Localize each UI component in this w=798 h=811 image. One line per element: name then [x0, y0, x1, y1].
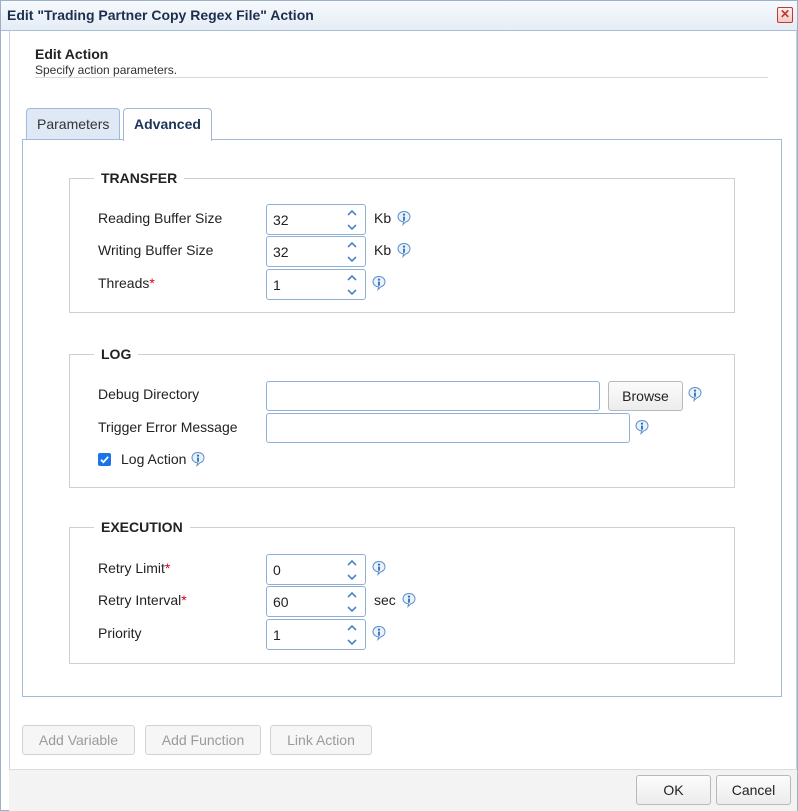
- reading-buffer-label: Reading Buffer Size: [98, 210, 223, 226]
- log-group: LOG Debug Directory Browse Trigger Error…: [69, 346, 735, 488]
- chevron-up-icon[interactable]: [341, 621, 363, 635]
- reading-buffer-unit: Kb: [374, 210, 392, 226]
- link-action-button[interactable]: Link Action: [270, 725, 372, 755]
- window-title: Edit "Trading Partner Copy Regex File" A…: [7, 7, 314, 23]
- chevron-down-icon[interactable]: [341, 220, 363, 234]
- chevron-up-icon[interactable]: [341, 588, 363, 602]
- retry-limit-input[interactable]: [271, 560, 337, 580]
- reading-buffer-stepper[interactable]: [266, 204, 366, 235]
- execution-group: EXECUTION Retry Limit* Retry Interval* s…: [69, 519, 735, 664]
- window-titlebar[interactable]: Edit "Trading Partner Copy Regex File" A…: [1, 1, 797, 31]
- tab-parameters[interactable]: Parameters: [26, 108, 121, 140]
- priority-input[interactable]: [271, 625, 337, 645]
- chevron-down-icon[interactable]: [341, 285, 363, 299]
- retry-limit-label: Retry Limit*: [98, 560, 171, 576]
- writing-buffer-label: Writing Buffer Size: [98, 242, 214, 258]
- transfer-group: TRANSFER Reading Buffer Size Kb Writing …: [69, 170, 735, 313]
- threads-input[interactable]: [271, 275, 337, 295]
- log-action-label: Log Action: [121, 451, 187, 467]
- info-icon[interactable]: [396, 242, 412, 258]
- add-variable-button[interactable]: Add Variable: [22, 725, 135, 755]
- chevron-up-icon[interactable]: [341, 271, 363, 285]
- info-icon[interactable]: [371, 625, 387, 641]
- transfer-legend: TRANSFER: [94, 170, 185, 186]
- retry-limit-stepper[interactable]: [266, 554, 366, 585]
- advanced-tab-panel: TRANSFER Reading Buffer Size Kb Writing …: [22, 139, 782, 697]
- required-mark: *: [164, 560, 171, 576]
- ok-button[interactable]: OK: [636, 775, 711, 805]
- debug-directory-input[interactable]: [266, 381, 600, 411]
- close-icon[interactable]: ✕: [777, 7, 793, 23]
- chevron-down-icon[interactable]: [341, 570, 363, 584]
- chevron-down-icon[interactable]: [341, 602, 363, 616]
- chevron-down-icon[interactable]: [341, 252, 363, 266]
- cancel-button[interactable]: Cancel: [716, 775, 791, 805]
- checkmark-icon: [100, 456, 109, 464]
- chevron-up-icon[interactable]: [341, 206, 363, 220]
- info-icon[interactable]: [396, 210, 412, 226]
- edit-action-dialog: Edit "Trading Partner Copy Regex File" A…: [0, 0, 798, 811]
- header-divider: [35, 77, 768, 78]
- priority-stepper[interactable]: [266, 619, 366, 650]
- chevron-up-icon[interactable]: [341, 238, 363, 252]
- execution-legend: EXECUTION: [94, 519, 190, 535]
- trigger-error-label: Trigger Error Message: [98, 419, 238, 435]
- section-title: Edit Action: [35, 46, 109, 62]
- chevron-down-icon[interactable]: [341, 635, 363, 649]
- reading-buffer-input[interactable]: [271, 210, 337, 230]
- info-icon[interactable]: [371, 275, 387, 291]
- threads-stepper[interactable]: [266, 269, 366, 300]
- priority-label: Priority: [98, 625, 142, 641]
- browse-button[interactable]: Browse: [608, 381, 683, 411]
- info-icon[interactable]: [371, 560, 387, 576]
- info-icon[interactable]: [687, 386, 703, 402]
- threads-label: Threads*: [98, 275, 155, 291]
- chevron-up-icon[interactable]: [341, 556, 363, 570]
- writing-buffer-input[interactable]: [271, 242, 337, 262]
- writing-buffer-unit: Kb: [374, 242, 392, 258]
- log-action-checkbox[interactable]: [98, 453, 111, 466]
- trigger-error-input[interactable]: [266, 413, 630, 443]
- info-icon[interactable]: [190, 451, 206, 467]
- retry-interval-label: Retry Interval*: [98, 592, 187, 608]
- retry-interval-input[interactable]: [271, 592, 337, 612]
- add-function-button[interactable]: Add Function: [145, 725, 261, 755]
- info-icon[interactable]: [634, 419, 650, 435]
- tab-advanced[interactable]: Advanced: [123, 108, 212, 141]
- debug-directory-label: Debug Directory: [98, 386, 200, 402]
- info-icon[interactable]: [401, 592, 417, 608]
- section-subtitle: Specify action parameters.: [35, 63, 178, 77]
- retry-interval-stepper[interactable]: [266, 586, 366, 617]
- required-mark: *: [149, 275, 155, 291]
- required-mark: *: [181, 592, 187, 608]
- retry-interval-unit: sec: [374, 592, 396, 608]
- writing-buffer-stepper[interactable]: [266, 236, 366, 267]
- log-legend: LOG: [94, 346, 139, 362]
